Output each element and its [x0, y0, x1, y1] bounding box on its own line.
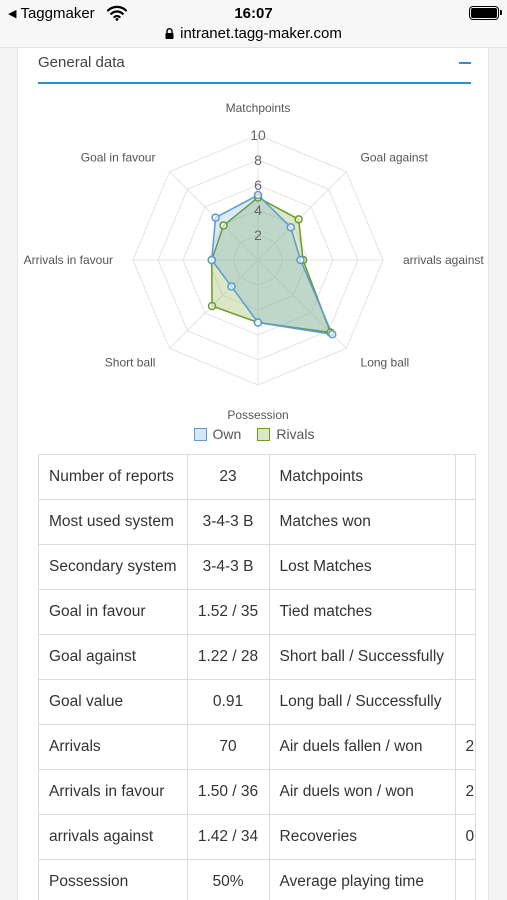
stat-value: 3-4-3 B: [186, 499, 270, 545]
table-row: Number of reports 23 Matchpoints: [38, 454, 476, 500]
stat-label: Air duels fallen / won: [268, 724, 456, 770]
general-stats-table: Number of reports 23 Matchpoints Most used …: [38, 454, 476, 900]
clock: 16:07: [234, 5, 273, 22]
table-row: Goal value 0.91 Long ball / Successfully: [38, 679, 476, 725]
stat-value: 50%: [186, 859, 270, 900]
stat-value: 2: [454, 724, 476, 770]
stat-label: Goal value: [38, 679, 188, 725]
stat-value: [454, 454, 476, 500]
stat-value: [454, 679, 476, 725]
axis-label: Arrivals in favour: [24, 253, 113, 267]
legend-item-own[interactable]: Own: [193, 426, 242, 442]
axis-label: Goal in favour: [81, 150, 156, 164]
lock-icon: [165, 28, 174, 39]
stat-label: Matches won: [268, 499, 456, 545]
stat-label: Recoveries: [268, 814, 456, 860]
stat-label: arrivals against: [38, 814, 188, 860]
table-row: Arrivals in favour 1.50 / 36 Air duels won…: [38, 769, 476, 815]
stat-value: 2: [454, 769, 476, 815]
stat-label: Lost Matches: [268, 544, 456, 590]
stat-label: Average playing time: [268, 859, 456, 900]
stat-label: Goal in favour: [38, 589, 188, 635]
stat-value: 1.22 / 28: [186, 634, 270, 680]
axis-label: Goal against: [361, 150, 429, 164]
radar-chart: 2 4 6 8 10 Matchpoints Goal against arrivals ag…: [24, 101, 485, 422]
table-row: Possession 50% Average playing time: [38, 859, 476, 900]
stat-value: [454, 859, 476, 900]
legend-swatch-rivals: [257, 427, 271, 441]
stat-label: Goal against: [38, 634, 188, 680]
stat-label: Most used system: [38, 499, 188, 545]
stat-label: Long ball / Successfully: [268, 679, 456, 725]
stat-value: [454, 499, 476, 545]
data-point-own[interactable]: [227, 282, 236, 291]
stat-value: 70: [186, 724, 270, 770]
general-data-panel: General data 2 4 6 8 10 Matchpoints Goal again…: [17, 48, 489, 900]
tick-label: 6: [254, 177, 262, 193]
stat-label: Secondary system: [38, 544, 188, 590]
data-point-own[interactable]: [296, 255, 305, 265]
panel-title: General data: [38, 54, 125, 71]
data-point-own[interactable]: [211, 213, 220, 222]
axis-label: Long ball: [361, 356, 410, 370]
data-point-own[interactable]: [327, 329, 337, 339]
axis-label: Possession: [227, 408, 288, 422]
stat-value: 23: [186, 454, 270, 500]
tick-label: 2: [254, 227, 262, 243]
legend-label-own: Own: [212, 426, 242, 442]
data-point-own[interactable]: [207, 255, 216, 265]
stat-value: 1.50 / 36: [186, 769, 270, 815]
stat-value: 1.42 / 34: [186, 814, 270, 860]
panel-header: General data: [38, 48, 471, 84]
stat-value: 0: [454, 814, 476, 860]
url-text: intranet.tagg-maker.com: [180, 25, 342, 42]
stat-value: 1.52 / 35: [186, 589, 270, 635]
stat-value: 0.91: [186, 679, 270, 725]
table-row: Goal against 1.22 / 28 Short ball / Succes…: [38, 634, 476, 680]
collapse-panel-button[interactable]: [451, 48, 477, 80]
stat-label: Short ball / Successfully: [268, 634, 456, 680]
stat-value: 3-4-3 B: [186, 544, 270, 590]
stat-label: Number of reports: [38, 454, 188, 500]
axis-label: Short ball: [105, 356, 156, 370]
stat-label: Air duels won / won: [268, 769, 456, 815]
table-row: Most used system 3-4-3 B Matches won: [38, 499, 476, 545]
minus-icon: [459, 62, 471, 64]
legend-item-rivals[interactable]: Rivals: [257, 426, 314, 442]
stat-label: Tied matches: [268, 589, 456, 635]
data-point-rivals[interactable]: [294, 215, 303, 224]
table-row: arrivals against 1.42 / 34 Recoveries 0: [38, 814, 476, 860]
tick-label: 8: [254, 152, 262, 168]
stat-value: [454, 634, 476, 680]
axis-label: arrivals against: [403, 253, 484, 267]
stat-label: Arrivals in favour: [38, 769, 188, 815]
browser-status-bar: ◀ Taggmaker 16:07 intranet.tagg-maker.co…: [0, 0, 507, 48]
address-bar[interactable]: intranet.tagg-maker.com: [0, 25, 507, 42]
stat-label: Arrivals: [38, 724, 188, 770]
tick-label: 4: [254, 202, 262, 218]
data-point-own[interactable]: [286, 223, 295, 232]
legend-swatch-own: [193, 427, 207, 441]
tick-label: 10: [250, 127, 266, 143]
data-point-rivals[interactable]: [219, 221, 228, 230]
legend-label-rivals: Rivals: [276, 426, 315, 442]
axis-label: Matchpoints: [226, 101, 291, 115]
table-row: Secondary system 3-4-3 B Lost Matches: [38, 544, 476, 590]
table-row: Goal in favour 1.52 / 35 Tied matches: [38, 589, 476, 635]
chart-legend: Own Rivals: [18, 426, 490, 442]
battery-icon: [469, 6, 502, 20]
table-row: Arrivals 70 Air duels fallen / won 2: [38, 724, 476, 770]
series-area-own: [210, 194, 334, 336]
data-point-rivals[interactable]: [207, 301, 217, 311]
stat-label: Matchpoints: [268, 454, 456, 500]
data-point-own[interactable]: [253, 318, 263, 327]
stat-value: [454, 544, 476, 590]
stat-value: [454, 589, 476, 635]
stat-label: Possession: [38, 859, 188, 900]
